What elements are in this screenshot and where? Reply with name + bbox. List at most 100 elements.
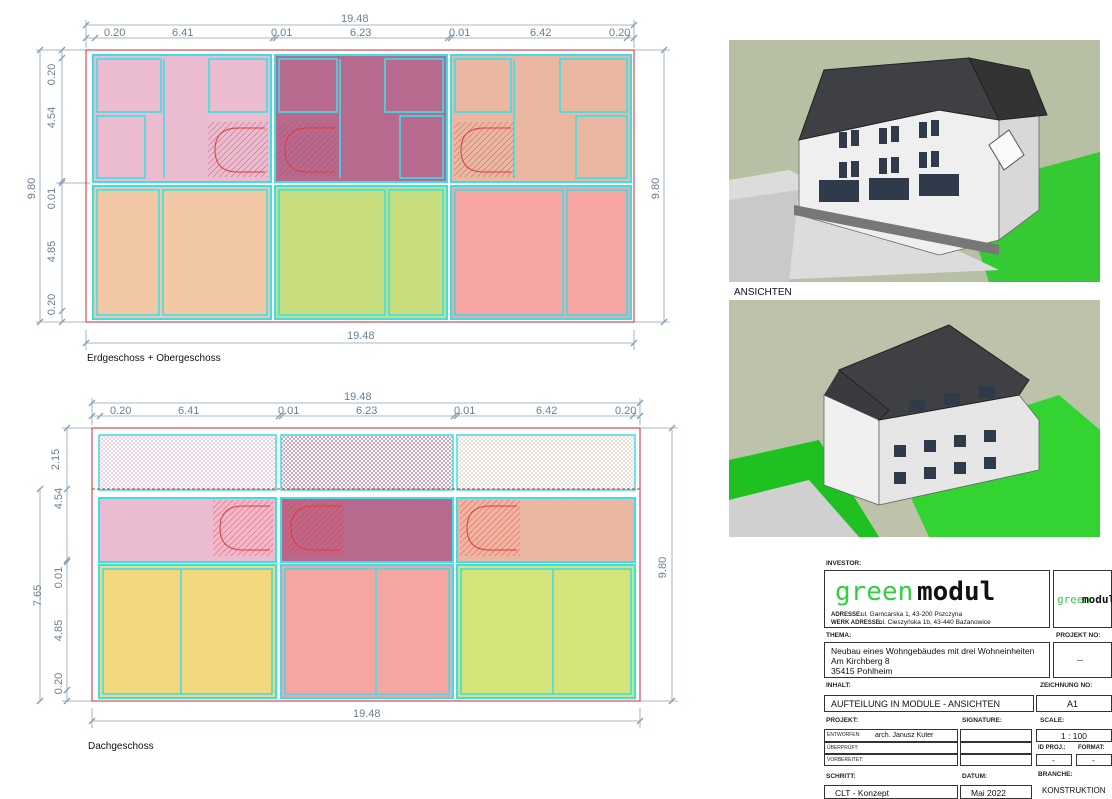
roof-left-dim-5: 0.20 <box>53 672 66 695</box>
roof-floor-drawing <box>36 398 678 728</box>
ground-floor-plan: 19.48 0.20 6.41 0.01 6.23 0.01 6.42 0.20… <box>0 0 700 370</box>
address-label: ADRESSE: <box>831 612 863 618</box>
roof-dim-6: 6.42 <box>536 405 558 417</box>
uberpruft-label: ÜBERPRÜFT: <box>827 745 859 751</box>
projekt-nr-value: -- <box>1077 655 1083 665</box>
roof-caption: Dachgeschoss <box>88 741 154 752</box>
roof-left-dim-2: 4.54 <box>53 487 66 510</box>
zeichnung-cell: A1 <box>1036 695 1112 712</box>
signature-cell-1 <box>960 729 1032 742</box>
signature-cell-2 <box>960 742 1032 754</box>
ground-floor-drawing <box>36 20 670 350</box>
uberpruft-cell: ÜBERPRÜFT: <box>824 742 958 754</box>
schritt-label: SCHRITT: <box>826 773 856 780</box>
ground-left-dim-2: 4.54 <box>46 106 59 129</box>
datum-value: Mai 2022 <box>971 788 1006 798</box>
vorbereitet-label: VORBEREITET: <box>827 757 864 763</box>
roof-left-dim-4: 4.85 <box>53 619 66 642</box>
ground-dim-1: 0.20 <box>104 27 126 39</box>
projekt-nr-label: PROJEKT NO: <box>1056 632 1101 639</box>
projekt-nr-cell: -- <box>1053 642 1112 678</box>
ground-dim-2: 6.41 <box>172 27 194 39</box>
roof-left-dim-3: 0.01 <box>53 566 66 589</box>
ground-dim-3: 0.01 <box>271 27 293 39</box>
idproj-label: ID PROJ.: <box>1038 745 1066 751</box>
roof-overhang <box>98 434 636 491</box>
ground-upper-modules <box>92 54 632 183</box>
roof-bottom-total: 19.48 <box>353 708 381 720</box>
roof-floor-plan: 19.48 0.20 6.41 0.01 6.23 0.01 6.42 0.20… <box>0 385 700 760</box>
thema-line-2: Am Kirchberg 8 <box>831 656 890 666</box>
view-front-render <box>729 40 1100 282</box>
thema-cell: Neubau eines Wohngebäudes mit drei Wohne… <box>824 642 1050 678</box>
ground-dim-7: 0.20 <box>609 27 631 39</box>
datum-label: DATUM: <box>962 773 988 780</box>
investor-label: INVESTOR: <box>826 560 862 567</box>
logo-word-green: green <box>835 577 914 607</box>
ground-left-dim-5: 0.20 <box>46 293 59 316</box>
logo-word-modul: modul <box>917 577 996 607</box>
werk-label: WERK ADRESSE: <box>831 620 882 626</box>
datum-cell: Mai 2022 <box>960 785 1032 799</box>
schritt-value: CLT - Konzept <box>835 788 890 798</box>
logo-cell: green modul ADRESSE: ul. Garncarska 1, 4… <box>824 570 1050 628</box>
thema-line-1: Neubau eines Wohngebäudes mit drei Wohne… <box>831 646 1035 656</box>
inhalt-value: AUFTEILUNG IN MODULE - ANSICHTEN <box>831 699 1001 709</box>
thema-label: THEMA: <box>826 632 852 639</box>
ground-right-total: 9.80 <box>650 177 663 200</box>
roof-right-total: 9.80 <box>657 556 670 579</box>
roof-dim-3: 0.01 <box>278 405 300 417</box>
ground-dim-6: 6.42 <box>530 27 552 39</box>
roof-dim-4: 6.23 <box>356 405 378 417</box>
format-cell: - <box>1076 754 1112 766</box>
entworfen-cell: ENTWORFEN: arch. Janusz Kuter <box>824 729 958 742</box>
idproj-cell: - <box>1036 754 1072 766</box>
address-value: ul. Garncarska 1, 43-200 Pszczyna <box>861 611 963 618</box>
idproj-value: - <box>1052 756 1055 765</box>
ground-dim-5: 0.01 <box>449 27 471 39</box>
entworfen-label: ENTWORFEN: <box>827 732 861 738</box>
ground-top-total: 19.48 <box>341 13 369 25</box>
branche-value: KONSTRUKTION <box>1042 786 1106 795</box>
roof-dim-2: 6.41 <box>178 405 200 417</box>
ground-caption: Erdgeschoss + Obergeschoss <box>87 353 221 364</box>
roof-dim-7: 0.20 <box>615 405 637 417</box>
view-rear <box>729 300 1100 537</box>
ground-left-dim-1: 0.20 <box>46 63 59 86</box>
logo-small-cell: green modul <box>1053 570 1112 628</box>
format-value: - <box>1092 756 1095 765</box>
roof-left-dim-1: 2.15 <box>50 448 63 471</box>
roof-dim-1: 0.20 <box>110 405 132 417</box>
inhalt-label: INHALT: <box>826 682 851 689</box>
view-rear-render <box>729 300 1100 537</box>
ground-dim-4: 6.23 <box>350 27 372 39</box>
signature-label: SIGNATURE: <box>962 717 1002 724</box>
entworfen-value: arch. Janusz Kuter <box>875 732 934 739</box>
views-caption: ANSICHTEN <box>734 287 792 298</box>
ground-left-dim-4: 4.85 <box>46 240 59 263</box>
vorbereitet-cell: VORBEREITET: <box>824 754 958 766</box>
roof-lower-modules <box>98 564 636 699</box>
scale-label: SCALE: <box>1040 717 1065 724</box>
title-block: INVESTOR: green modul ADRESSE: ul. Garnc… <box>822 557 1112 799</box>
roof-top-total: 19.48 <box>344 391 372 403</box>
inhalt-cell: AUFTEILUNG IN MODULE - ANSICHTEN <box>824 695 1034 712</box>
roof-dim-5: 0.01 <box>454 405 476 417</box>
logo-small-modul: modul <box>1082 593 1112 606</box>
ground-left-total: 9.80 <box>26 177 39 200</box>
ground-lower-modules <box>92 185 632 320</box>
zeichnung-value: A1 <box>1067 699 1079 709</box>
signature-cell-3 <box>960 754 1032 766</box>
ground-left-dim-3: 0.01 <box>46 187 59 210</box>
roof-left-outer: 7.65 <box>32 584 45 607</box>
schritt-cell: CLT - Konzept <box>824 785 958 799</box>
scale-cell: 1 : 100 <box>1036 729 1112 742</box>
ground-bottom-total: 19.48 <box>347 330 375 342</box>
thema-line-3: 35415 Pohlheim <box>831 666 893 676</box>
zeichnung-label: ZEICHNUNG NO: <box>1040 682 1093 689</box>
werk-value: ul. Cieszyńska 1b, 43-440 Bażanowice <box>879 619 991 626</box>
format-label: FORMAT: <box>1078 745 1105 751</box>
scale-value: 1 : 100 <box>1061 731 1087 741</box>
branche-label: BRANCHE: <box>1038 771 1073 778</box>
view-front <box>729 40 1100 282</box>
